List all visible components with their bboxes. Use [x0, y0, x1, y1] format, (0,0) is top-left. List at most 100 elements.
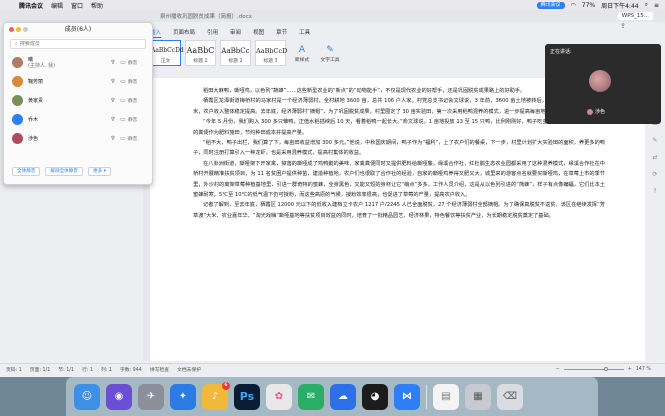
member-action[interactable]: 静音 [128, 79, 144, 85]
zoom-value[interactable]: 147 % [636, 367, 651, 372]
mute-all-button[interactable]: 全体静音 [12, 167, 41, 176]
member-action[interactable]: 静音 [128, 98, 144, 104]
zoom-in-icon[interactable]: + [628, 367, 632, 372]
zoom-slider[interactable] [563, 367, 624, 371]
member-row[interactable]: 鞠芳丽 ♆ ▭ 静音 [4, 72, 152, 91]
new-style-button[interactable]: A 新样式 [290, 40, 314, 66]
qq-icon[interactable]: ◕ [362, 383, 388, 410]
zoom-slider-handle[interactable] [603, 367, 608, 371]
tab-section[interactable]: 章节 [276, 28, 287, 38]
safari-icon[interactable]: ✦ [170, 383, 196, 410]
backup-icon[interactable]: ⟳ [652, 171, 657, 178]
tencent-meeting-icon[interactable]: ⋈ [394, 383, 420, 410]
style-name: 标题 2 [228, 59, 243, 64]
search-icon[interactable]: ⌕ [645, 1, 648, 9]
translate-icon[interactable]: ⇄ [652, 154, 657, 161]
style-sample: AaBbCcD [256, 47, 288, 55]
camera-off-icon[interactable]: ▭ [118, 78, 128, 85]
status-protect[interactable]: 文档未保护 [177, 366, 201, 373]
ribbon-tabs: 插入 页面布局 引用 审阅 视图 章节 工具 [150, 28, 310, 38]
style-normal[interactable]: AaBbCcDd 正文 [150, 40, 184, 66]
members-panel-header: 成员(6人) [4, 23, 152, 37]
doc-paragraph[interactable]: 稻田大麻鸭，嘶哑鸡，以色列“蔬蜂”……这些新型农业的“新点”的“动物能手”，不仅… [193, 86, 605, 96]
doc-paragraph[interactable]: 栖霞区龙潭街道梅桥村的马家村是一个经济薄弱村，全村耕地 3600 亩，总共 10… [193, 96, 605, 117]
doc-paragraph[interactable]: “今年 5 月份，我们购入 300 多只雏鸭，正值水稻插秧后 10 天，看着稻鸭… [193, 117, 605, 138]
speaker-avatar [589, 70, 611, 92]
unmute-all-button[interactable]: 解除全体静音 [45, 167, 83, 176]
zoom-out-icon[interactable]: − [556, 367, 560, 372]
speaker-video[interactable]: 正在讲话: 涉色 [545, 44, 661, 124]
minimize-window-icon[interactable] [16, 27, 21, 32]
style-heading-1[interactable]: AaBbC 标题 1 [185, 40, 216, 66]
wifi-icon[interactable]: ◠ [571, 2, 576, 9]
photoshop-icon[interactable]: Ps [234, 383, 260, 410]
doc-paragraph[interactable]: “稻不大，鸭子出栏，我们算了下，每亩田收益增加 300 多元。”他说，中秋国庆期… [193, 138, 605, 159]
camera-icon[interactable]: ▭ [118, 135, 128, 142]
menubar-datetime[interactable]: 周日下午4:44 [601, 1, 638, 10]
member-row[interactable]: 涉色 ♆ ▭ 静音 [4, 129, 152, 148]
status-words[interactable]: 字数: 944 [120, 366, 142, 373]
menubar-status-area: 腾讯会议 ◠ 77% 周日下午4:44 ⌕ ≡ [536, 1, 659, 10]
camera-icon[interactable]: ▭ [118, 59, 128, 66]
battery-percent[interactable]: 77% [582, 2, 595, 9]
search-icon: ⌕ [15, 41, 18, 47]
member-name: 鞠芳丽 [28, 78, 44, 85]
baidu-netdisk-icon[interactable]: ☁ [330, 383, 356, 410]
style-name: 标题 3 [263, 59, 278, 64]
menubar-item-help[interactable]: 帮助 [91, 1, 103, 10]
menubar-item-edit[interactable]: 编辑 [51, 1, 63, 10]
close-window-icon[interactable] [9, 27, 14, 32]
doc-paragraph[interactable]: 记者了解到，至去年底，栖霞区 12000 元以下的低收入建档立卡农户 1217 … [193, 200, 605, 221]
member-name: 涉色 [28, 135, 39, 142]
member-row[interactable]: 黄家贵 ♆ ▭ 静音 [4, 91, 152, 110]
style-sample: AaBbCc [221, 47, 250, 55]
trash-icon[interactable]: ⌫ [497, 383, 523, 410]
tab-references[interactable]: 引用 [207, 28, 218, 38]
microphone-muted-icon[interactable]: ♆ [108, 78, 118, 85]
launchpad-icon[interactable]: ✈ [138, 383, 164, 410]
member-action[interactable]: 静音 [128, 60, 144, 66]
camera-off-icon[interactable]: ▭ [118, 116, 128, 123]
microphone-muted-icon[interactable]: ♆ [108, 116, 118, 123]
tab-view[interactable]: 视图 [253, 28, 264, 38]
member-action[interactable]: 静音 [128, 136, 144, 142]
menubar-app-name[interactable]: 腾讯会议 [19, 1, 43, 10]
menubar-item-window[interactable]: 窗口 [71, 1, 83, 10]
photos-icon[interactable]: ✿ [266, 383, 292, 410]
status-column: 列: 1 [100, 368, 112, 373]
edit-icon[interactable]: ✎ [652, 137, 657, 144]
doc-paragraph[interactable]: 在八卦洲街道，嘶哑架下开家禽，掉落的嘶哑成了鸡鸭鹅的美味，家禽粪便同时又提供肥料… [193, 159, 605, 201]
share-icon[interactable]: ⇪ [620, 22, 626, 30]
tab-review[interactable]: 审阅 [230, 28, 241, 38]
text-tool-button[interactable]: ✎ 文字工具 [318, 40, 342, 66]
downloads-icon[interactable]: ▦ [465, 383, 491, 410]
document-icon[interactable]: ▤ [433, 383, 459, 410]
microphone-icon[interactable]: ♆ [108, 135, 118, 142]
status-row: 行: 1 [81, 368, 93, 373]
meeting-status-pill[interactable]: 腾讯会议 [536, 1, 565, 9]
more-button[interactable]: 更多 ▾ [87, 167, 111, 176]
document-title: 泉州播收巩固脱贫成果（简报）.docx [160, 14, 252, 20]
camera-off-icon[interactable]: ▭ [118, 97, 128, 104]
control-center-icon[interactable]: ≡ [654, 2, 659, 9]
help-icon[interactable]: ? [653, 188, 656, 195]
status-spellcheck[interactable]: 拼写检查 [150, 366, 169, 373]
microphone-muted-icon[interactable]: ♆ [108, 97, 118, 104]
tab-tools[interactable]: 工具 [299, 28, 310, 38]
tab-page-layout[interactable]: 页面布局 [173, 28, 195, 38]
siri-icon[interactable]: ◉ [106, 383, 132, 410]
style-heading-3[interactable]: AaBbCcD 标题 3 [255, 40, 288, 66]
wps-account-tab[interactable]: WPS_15... [617, 12, 653, 20]
member-row[interactable]: 乔木 ♆ ▭ 静音 [4, 110, 152, 129]
member-row[interactable]: 曦 (主持人, 我) ♆ ▭ 静音 [4, 53, 152, 72]
microphone-icon[interactable]: ♆ [108, 59, 118, 66]
style-heading-2[interactable]: AaBbCc 标题 2 [220, 40, 251, 66]
style-sample: AaBbC [186, 46, 215, 55]
finder-icon[interactable]: ☺ [74, 383, 100, 410]
status-pages: 页面: 1/1 [29, 368, 51, 373]
wechat-icon[interactable]: ✉ [298, 383, 324, 410]
member-search-input[interactable] [19, 41, 120, 47]
qq-music-icon[interactable]: ♪ 6 [202, 381, 230, 410]
zoom-window-icon[interactable] [23, 27, 28, 32]
member-action[interactable]: 静音 [128, 117, 144, 123]
